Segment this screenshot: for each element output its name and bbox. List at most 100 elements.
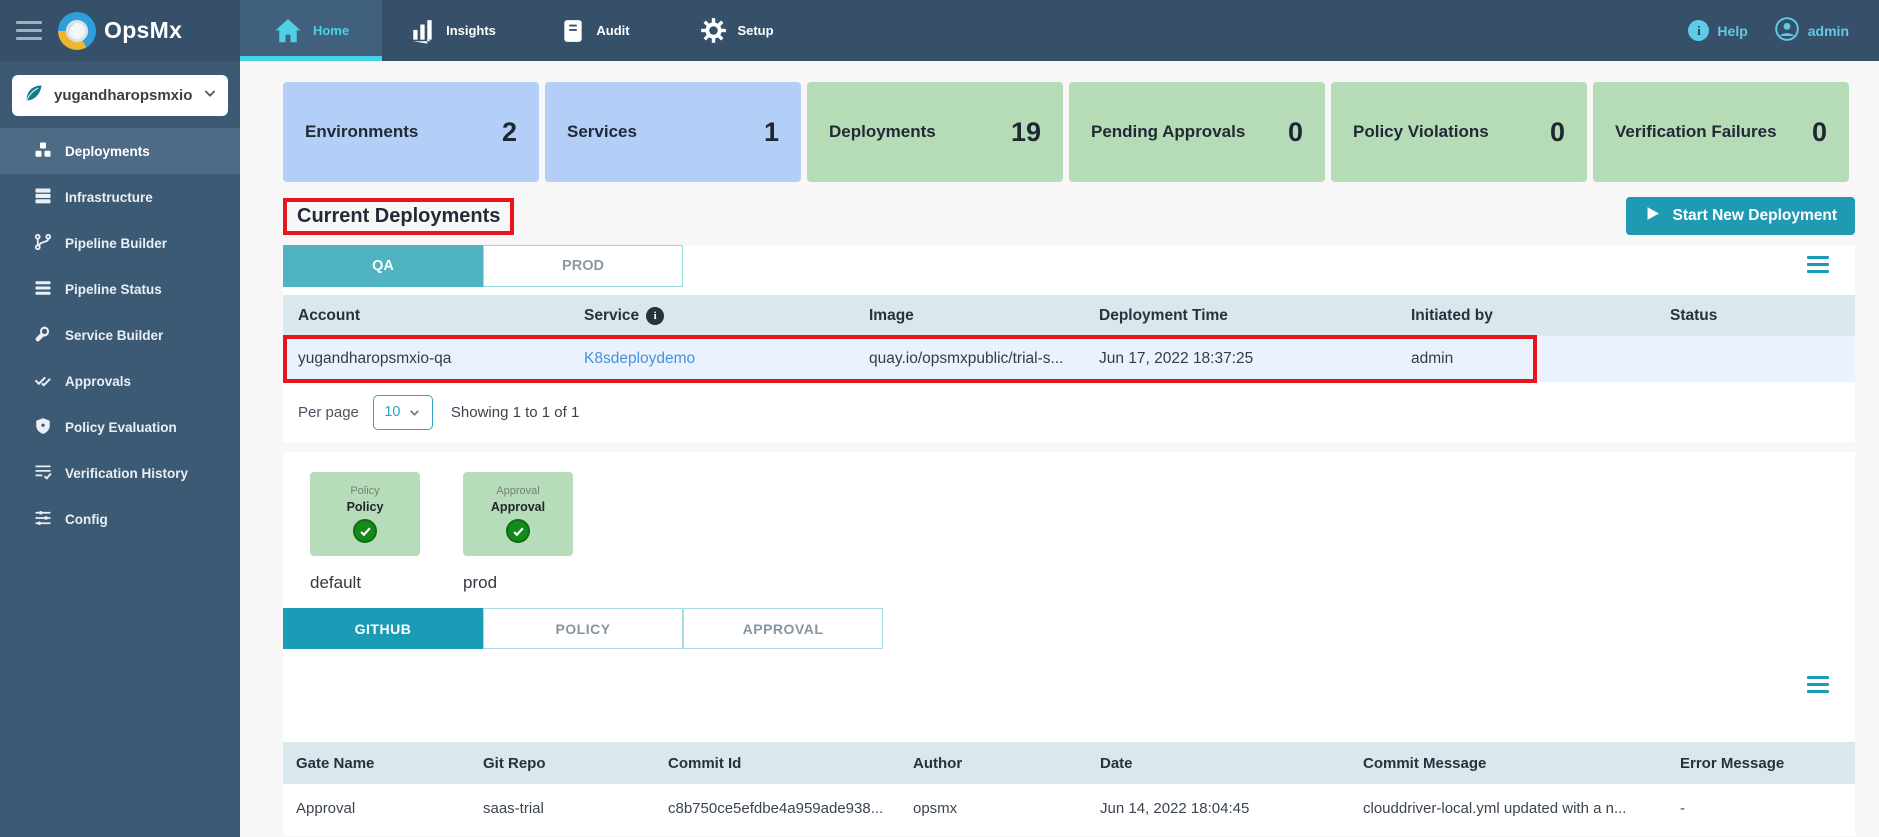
sidebar-item-verification-history[interactable]: Verification History [0,450,240,496]
cell-commit-id: c8b750ce5efdbe4a959ade938... [668,800,913,817]
page-title: Current Deployments [283,198,514,235]
sidebar-item-label: Infrastructure [65,190,153,205]
tab-approval[interactable]: APPROVAL [683,608,883,649]
showing-text: Showing 1 to 1 of 1 [451,404,579,421]
tab-qa[interactable]: QA [283,245,483,287]
col-author: Author [913,755,1100,772]
tab-audit[interactable]: Audit [524,0,666,61]
stat-value: 1 [764,117,779,148]
help-label: Help [1717,23,1747,39]
sidebar-item-infrastructure[interactable]: Infrastructure [0,174,240,220]
tab-prod[interactable]: PROD [483,245,683,287]
sidebar-item-policy-evaluation[interactable]: Policy Evaluation [0,404,240,450]
hamburger-menu-icon[interactable] [16,21,42,40]
gate-card-policy[interactable]: Policy Policy [310,472,420,556]
service-link[interactable]: K8sdeploydemo [584,350,695,367]
pipeline-detail-panel: Policy Policy Approval Approval default … [283,452,1855,836]
gate-env-default: default [310,573,463,593]
tab-github[interactable]: GITHUB [283,608,483,649]
shield-icon [34,417,52,438]
tab-insights-label: Insights [446,23,496,38]
brand-name: OpsMx [104,17,182,44]
cell-git-repo: saas-trial [483,800,668,817]
navbar-left: OpsMx [0,0,240,61]
sidebar-item-pipeline-status[interactable]: Pipeline Status [0,266,240,312]
check-circle-icon [353,519,377,543]
leaf-icon [24,83,44,108]
col-commit-message: Commit Message [1363,755,1680,772]
opsmx-logo-icon [58,12,96,50]
gate-card-approval[interactable]: Approval Approval [463,472,573,556]
cell-account: yugandharopsmxio-qa [298,350,584,368]
detail-tabs: GITHUB POLICY APPROVAL [283,608,1855,649]
sidebar-item-service-builder[interactable]: Service Builder [0,312,240,358]
col-error-message: Error Message [1680,755,1855,772]
main-content: Environments 2 Services 1 Deployments 19… [240,61,1879,837]
help-button[interactable]: i Help [1688,20,1747,41]
stat-card-pending-approvals[interactable]: Pending Approvals 0 [1069,82,1325,182]
col-commit-id: Commit Id [668,755,913,772]
deployments-table-header: Account Service i Image Deployment Time … [283,295,1855,336]
service-info-icon[interactable]: i [646,307,664,325]
sidebar-item-deployments[interactable]: Deployments [0,128,240,174]
col-service: Service [584,307,639,325]
start-new-deployment-button[interactable]: Start New Deployment [1626,197,1855,235]
stat-card-verification-failures[interactable]: Verification Failures 0 [1593,82,1849,182]
user-icon [1774,16,1800,45]
sidebar-item-approvals[interactable]: Approvals [0,358,240,404]
stat-label: Pending Approvals [1091,122,1245,142]
stat-card-services[interactable]: Services 1 [545,82,801,182]
github-table-row[interactable]: Approval saas-trial c8b750ce5efdbe4a959a… [283,784,1855,832]
top-navbar: OpsMx Home Insights Audit [0,0,1879,61]
github-table-header: Gate Name Git Repo Commit Id Author Date… [283,742,1855,784]
stat-card-policy-violations[interactable]: Policy Violations 0 [1331,82,1587,182]
gate-env-prod: prod [463,573,616,593]
sliders-icon [34,509,52,530]
sidebar-item-label: Deployments [65,144,150,159]
sidebar-item-label: Verification History [65,466,188,481]
stat-label: Policy Violations [1353,122,1489,142]
col-initiated-by: Initiated by [1411,307,1670,325]
cell-initiated-by: admin [1411,350,1670,368]
bars-icon [34,279,52,300]
gate-type: Policy [350,485,379,497]
table-menu-icon[interactable] [1807,676,1829,693]
sidebar-item-config[interactable]: Config [0,496,240,542]
play-icon [1644,205,1661,227]
stat-label: Environments [305,122,418,142]
cell-deployment-time: Jun 17, 2022 18:37:25 [1099,350,1411,368]
table-menu-icon[interactable] [1807,256,1829,273]
deployment-row[interactable]: yugandharopsmxio-qa K8sdeploydemo quay.i… [283,336,1855,382]
environment-tabs: QA PROD [283,245,1855,287]
info-icon: i [1688,20,1709,41]
tab-home[interactable]: Home [240,0,382,61]
org-name: yugandharopsmxio [54,87,192,104]
sidebar-item-label: Pipeline Status [65,282,162,297]
col-status: Status [1670,307,1855,325]
col-account: Account [298,307,360,325]
tab-insights[interactable]: Insights [382,0,524,61]
stat-label: Verification Failures [1615,122,1777,142]
home-icon [273,16,303,46]
sidebar-item-label: Policy Evaluation [65,420,177,435]
chevron-down-icon [202,85,218,106]
stat-value: 0 [1550,117,1565,148]
gate-name: Approval [491,500,545,514]
sidebar-item-pipeline-builder[interactable]: Pipeline Builder [0,220,240,266]
stat-card-environments[interactable]: Environments 2 [283,82,539,182]
tab-policy[interactable]: POLICY [483,608,683,649]
user-menu[interactable]: admin [1774,16,1849,45]
col-image: Image [869,307,1099,325]
stats-row: Environments 2 Services 1 Deployments 19… [283,82,1855,182]
per-page-label: Per page [298,404,359,421]
history-check-icon [34,463,52,484]
current-deployments-panel: QA PROD Account Service i Image Deployme… [283,245,1855,442]
stat-card-deployments[interactable]: Deployments 19 [807,82,1063,182]
tab-setup-label: Setup [737,23,773,38]
per-page-value: 10 [384,404,400,420]
per-page-select[interactable]: 10 [373,395,433,430]
tab-setup[interactable]: Setup [666,0,808,61]
org-selector[interactable]: yugandharopsmxio [12,75,228,116]
pagination: Per page 10 Showing 1 to 1 of 1 [283,382,1855,442]
opsmx-logo[interactable]: OpsMx [58,12,182,50]
